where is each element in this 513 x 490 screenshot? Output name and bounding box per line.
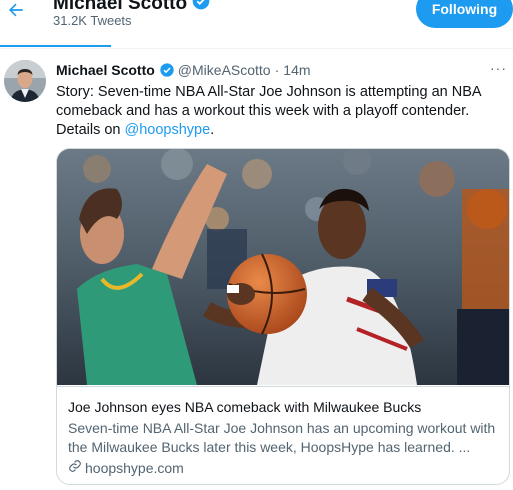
verified-badge-icon: [191, 0, 211, 17]
card-domain: hoopshype.com: [68, 459, 500, 478]
tweet-separator: ·: [274, 62, 280, 78]
link-preview-card[interactable]: Joe Johnson eyes NBA comeback with Milwa…: [56, 148, 510, 485]
more-horizontal-icon: ···: [490, 60, 507, 76]
mention-link[interactable]: @hoopshype: [125, 122, 211, 138]
verified-badge-icon: [159, 62, 175, 78]
tweet-author[interactable]: Michael Scotto: [56, 62, 155, 78]
arrow-left-icon: [6, 0, 26, 25]
header-underline: [0, 45, 111, 47]
tweet-handle[interactable]: @MikeAScotto: [178, 62, 271, 78]
following-button[interactable]: Following: [416, 0, 513, 28]
tweet-count: 31.2K Tweets: [53, 13, 132, 28]
tweet-timestamp[interactable]: 14m: [283, 62, 310, 78]
tweet-header: Michael Scotto @MikeAScotto · 14m: [56, 62, 311, 78]
tweet-body-end: .: [210, 122, 215, 138]
card-description: Seven-time NBA All-Star Joe Johnson has …: [68, 420, 496, 455]
tweet-body: Story: Seven-time NBA All-Star Joe Johns…: [56, 84, 481, 138]
header-divider: [0, 48, 513, 49]
tweet-text: Story: Seven-time NBA All-Star Joe Johns…: [56, 83, 506, 140]
link-icon: [68, 459, 82, 478]
card-domain-text: hoopshype.com: [85, 460, 184, 476]
back-button[interactable]: [4, 0, 28, 24]
avatar[interactable]: [4, 60, 46, 102]
profile-header: Michael Scotto 31.2K Tweets Following: [0, 0, 513, 49]
more-options-button[interactable]: ···: [490, 60, 507, 76]
card-image[interactable]: [57, 149, 509, 385]
card-title: Joe Johnson eyes NBA comeback with Milwa…: [68, 399, 422, 415]
card-body: Joe Johnson eyes NBA comeback with Milwa…: [57, 386, 509, 484]
